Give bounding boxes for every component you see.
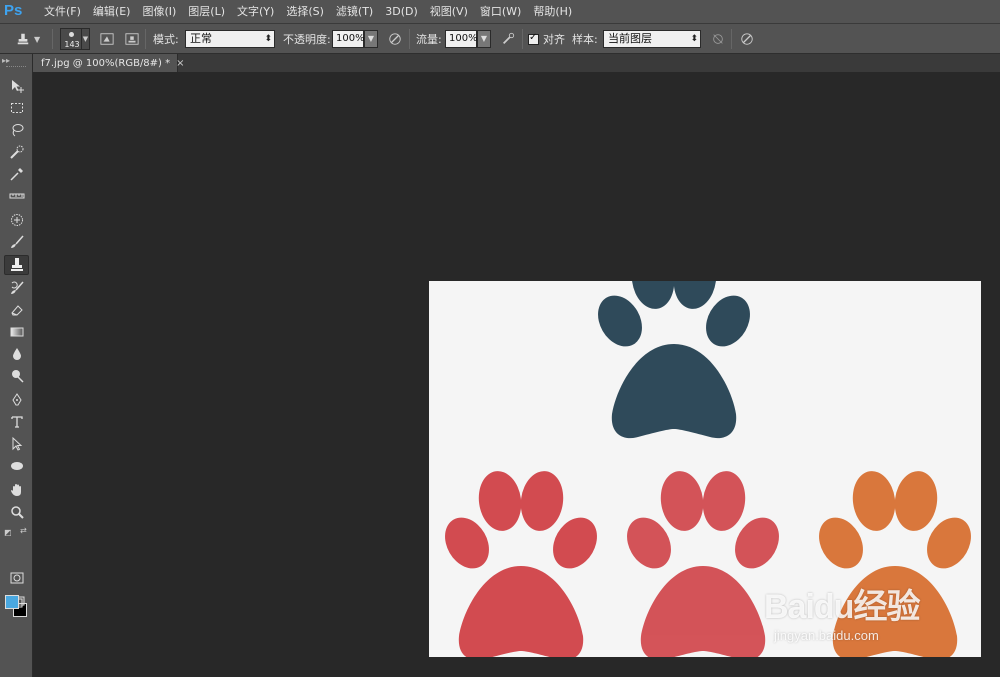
red-paw-print [436,468,606,657]
brush-panel-toggle-icon[interactable] [98,30,116,48]
gradient-tool-icon[interactable] [4,322,29,342]
watermark-main: Baidu经验 [764,588,920,626]
lasso-tool-icon[interactable] [4,120,29,140]
ruler-tool-icon[interactable] [4,186,29,206]
aligned-checkbox-box[interactable] [528,32,539,45]
brush-preview: 143 [60,28,82,50]
clone-source-panel-icon[interactable] [123,30,141,48]
chevron-down-icon: ▼ [82,28,90,50]
photoshop-logo: Ps [4,2,23,19]
dark-paw-print [589,281,759,439]
mode-select[interactable]: 正常 ⬍ [185,30,275,48]
hand-tool-icon[interactable] [4,480,29,500]
brush-tool-icon[interactable] [4,232,29,252]
sample-select[interactable]: 当前图层 ⬍ [603,30,701,48]
chevron-updown-icon: ⬍ [264,34,272,44]
menu-view[interactable]: 视图(V) [424,0,474,24]
airbrush-icon[interactable] [499,30,517,48]
default-colors-icon[interactable]: ◩ [4,528,12,537]
divider [731,29,732,49]
swap-colors-icon[interactable]: ⇄ [20,526,27,535]
marquee-tool-icon[interactable] [4,98,29,118]
foreground-color-swatch[interactable] [5,595,19,609]
menu-bar: Ps 文件(F) 编辑(E) 图像(I) 图层(L) 文字(Y) 选择(S) 滤… [0,0,1000,24]
pressure-opacity-icon[interactable] [386,30,404,48]
document-tab-bar: f7.jpg @ 100%(RGB/8#) * × [33,54,1000,72]
zoom-tool-icon[interactable] [4,502,29,522]
document-tab-title: f7.jpg @ 100%(RGB/8#) * [41,57,171,69]
watermark-sub: jingyan.baidu.com [774,628,879,643]
baidu-watermark: Baidu经验 jingyan.baidu.com [764,579,920,643]
brush-picker[interactable]: 143 ▼ [60,24,90,54]
panel-grip[interactable] [6,66,26,68]
brush-size-value: 143 [64,40,80,49]
document-canvas[interactable]: Baidu经验 jingyan.baidu.com [429,281,981,657]
chevron-down-icon[interactable]: ▼ [364,30,378,48]
flow-label: 流量: [416,33,442,46]
ignore-adjustment-layers-icon[interactable] [709,30,727,48]
menu-window[interactable]: 窗口(W) [474,0,527,24]
healing-brush-tool-icon[interactable] [4,210,29,230]
menu-file[interactable]: 文件(F) [38,0,87,24]
menu-filter[interactable]: 滤镜(T) [330,0,379,24]
pressure-size-icon[interactable] [738,30,756,48]
mode-label: 模式: [153,33,179,46]
close-icon[interactable]: × [176,58,184,69]
divider [409,29,410,49]
clone-stamp-tool-icon[interactable] [4,255,29,275]
ellipse-tool-icon[interactable] [4,456,29,476]
quick-mask-icon[interactable] [4,568,29,588]
flow-input[interactable]: 100% [445,30,478,48]
menu-select[interactable]: 选择(S) [280,0,330,24]
history-brush-tool-icon[interactable] [4,278,29,298]
chevron-down-icon[interactable]: ▼ [477,30,491,48]
menu-image[interactable]: 图像(I) [136,0,182,24]
options-bar: ▼ 143 ▼ 模式: 正常 ⬍ 不透明度: 100% ▼ 流量: 100% ▼… [0,24,1000,54]
dodge-tool-icon[interactable] [4,366,29,386]
pen-tool-icon[interactable] [4,390,29,410]
eraser-tool-icon[interactable] [4,300,29,320]
type-tool-icon[interactable] [4,412,29,432]
eyedropper-tool-icon[interactable] [4,164,29,184]
aligned-checkbox[interactable]: 对齐 [528,24,565,54]
opacity-input[interactable]: 100% [332,30,365,48]
sample-select-value: 当前图层 [608,32,652,45]
chevron-updown-icon: ⬍ [690,34,698,44]
blur-tool-icon[interactable] [4,344,29,364]
move-tool-icon[interactable] [4,76,29,96]
path-selection-tool-icon[interactable] [4,434,29,454]
quick-selection-tool-icon[interactable] [4,142,29,162]
aligned-label: 对齐 [543,33,565,46]
menu-type[interactable]: 文字(Y) [231,0,280,24]
chevron-down-icon: ▼ [34,34,41,44]
document-tab[interactable]: f7.jpg @ 100%(RGB/8#) * × [33,54,185,72]
red-paw-print-soft [618,468,788,657]
sample-label: 样本: [572,33,598,46]
opacity-label: 不透明度: [283,33,331,46]
clone-stamp-icon [14,30,32,48]
divider [145,29,146,49]
tool-preset-picker[interactable]: ▼ [14,24,40,54]
collapse-arrows-icon[interactable]: ▸▸ [2,56,10,65]
divider [522,29,523,49]
menu-help[interactable]: 帮助(H) [527,0,578,24]
mode-select-value: 正常 [190,32,212,45]
divider [52,29,53,49]
menu-items: 文件(F) 编辑(E) 图像(I) 图层(L) 文字(Y) 选择(S) 滤镜(T… [38,0,578,24]
menu-3d[interactable]: 3D(D) [379,0,424,24]
menu-edit[interactable]: 编辑(E) [87,0,137,24]
tools-panel: ▸▸ ◩ ⇄ [0,54,33,677]
menu-layer[interactable]: 图层(L) [182,0,231,24]
